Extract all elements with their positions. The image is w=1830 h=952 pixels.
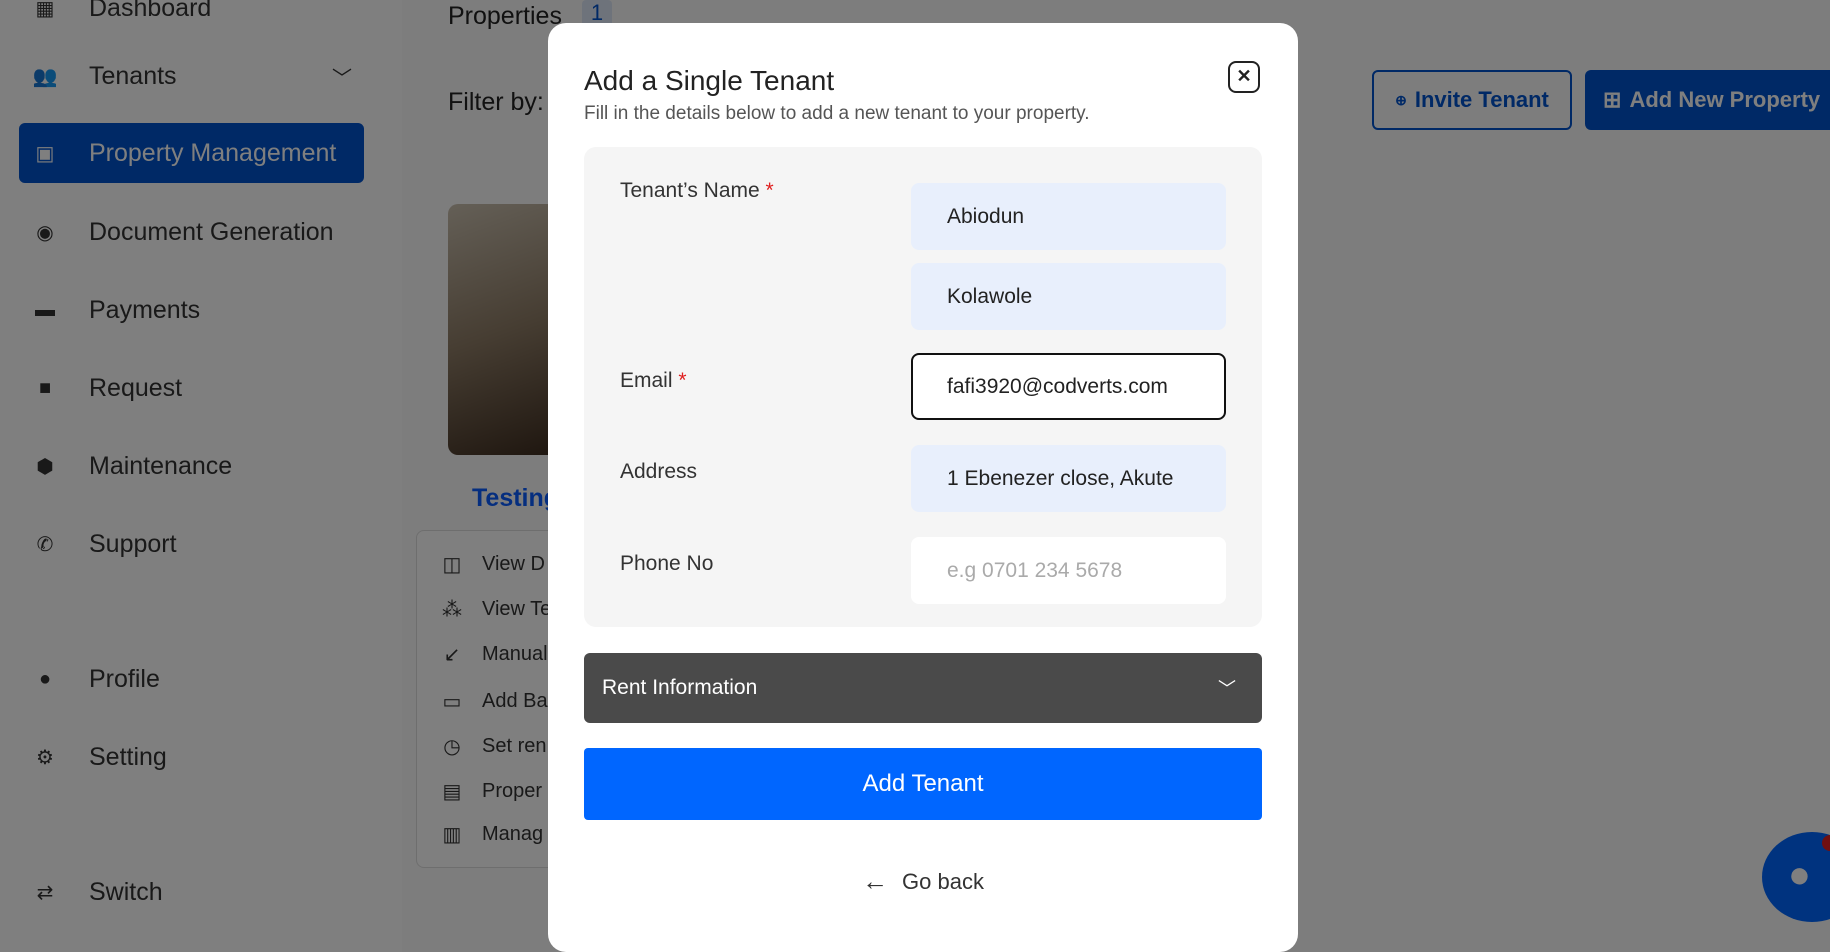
close-button[interactable]: ✕ <box>1228 61 1260 93</box>
address-input[interactable] <box>911 445 1226 512</box>
rent-information-accordion[interactable]: Rent Information ﹀ <box>584 653 1262 723</box>
add-tenant-button[interactable]: Add Tenant <box>584 748 1262 820</box>
email-label: Email * <box>620 369 687 392</box>
phone-input[interactable] <box>911 537 1226 604</box>
modal-subtitle: Fill in the details below to add a new t… <box>584 103 1090 124</box>
go-back-link[interactable]: ← Go back <box>548 866 1298 897</box>
arrow-left-icon: ← <box>862 866 889 896</box>
last-name-input[interactable] <box>911 263 1226 330</box>
tenant-form-panel: Tenant’s Name * Email * Address Phone No <box>584 147 1262 627</box>
add-tenant-modal: Add a Single Tenant Fill in the details … <box>548 23 1298 952</box>
tenant-name-label: Tenant’s Name * <box>620 179 774 202</box>
modal-title: Add a Single Tenant <box>584 65 835 96</box>
chevron-down-icon: ﹀ <box>1218 679 1236 699</box>
email-input[interactable] <box>911 353 1226 420</box>
phone-label: Phone No <box>620 552 714 575</box>
close-icon: ✕ <box>1236 66 1252 86</box>
address-label: Address <box>620 460 698 483</box>
first-name-input[interactable] <box>911 183 1226 250</box>
